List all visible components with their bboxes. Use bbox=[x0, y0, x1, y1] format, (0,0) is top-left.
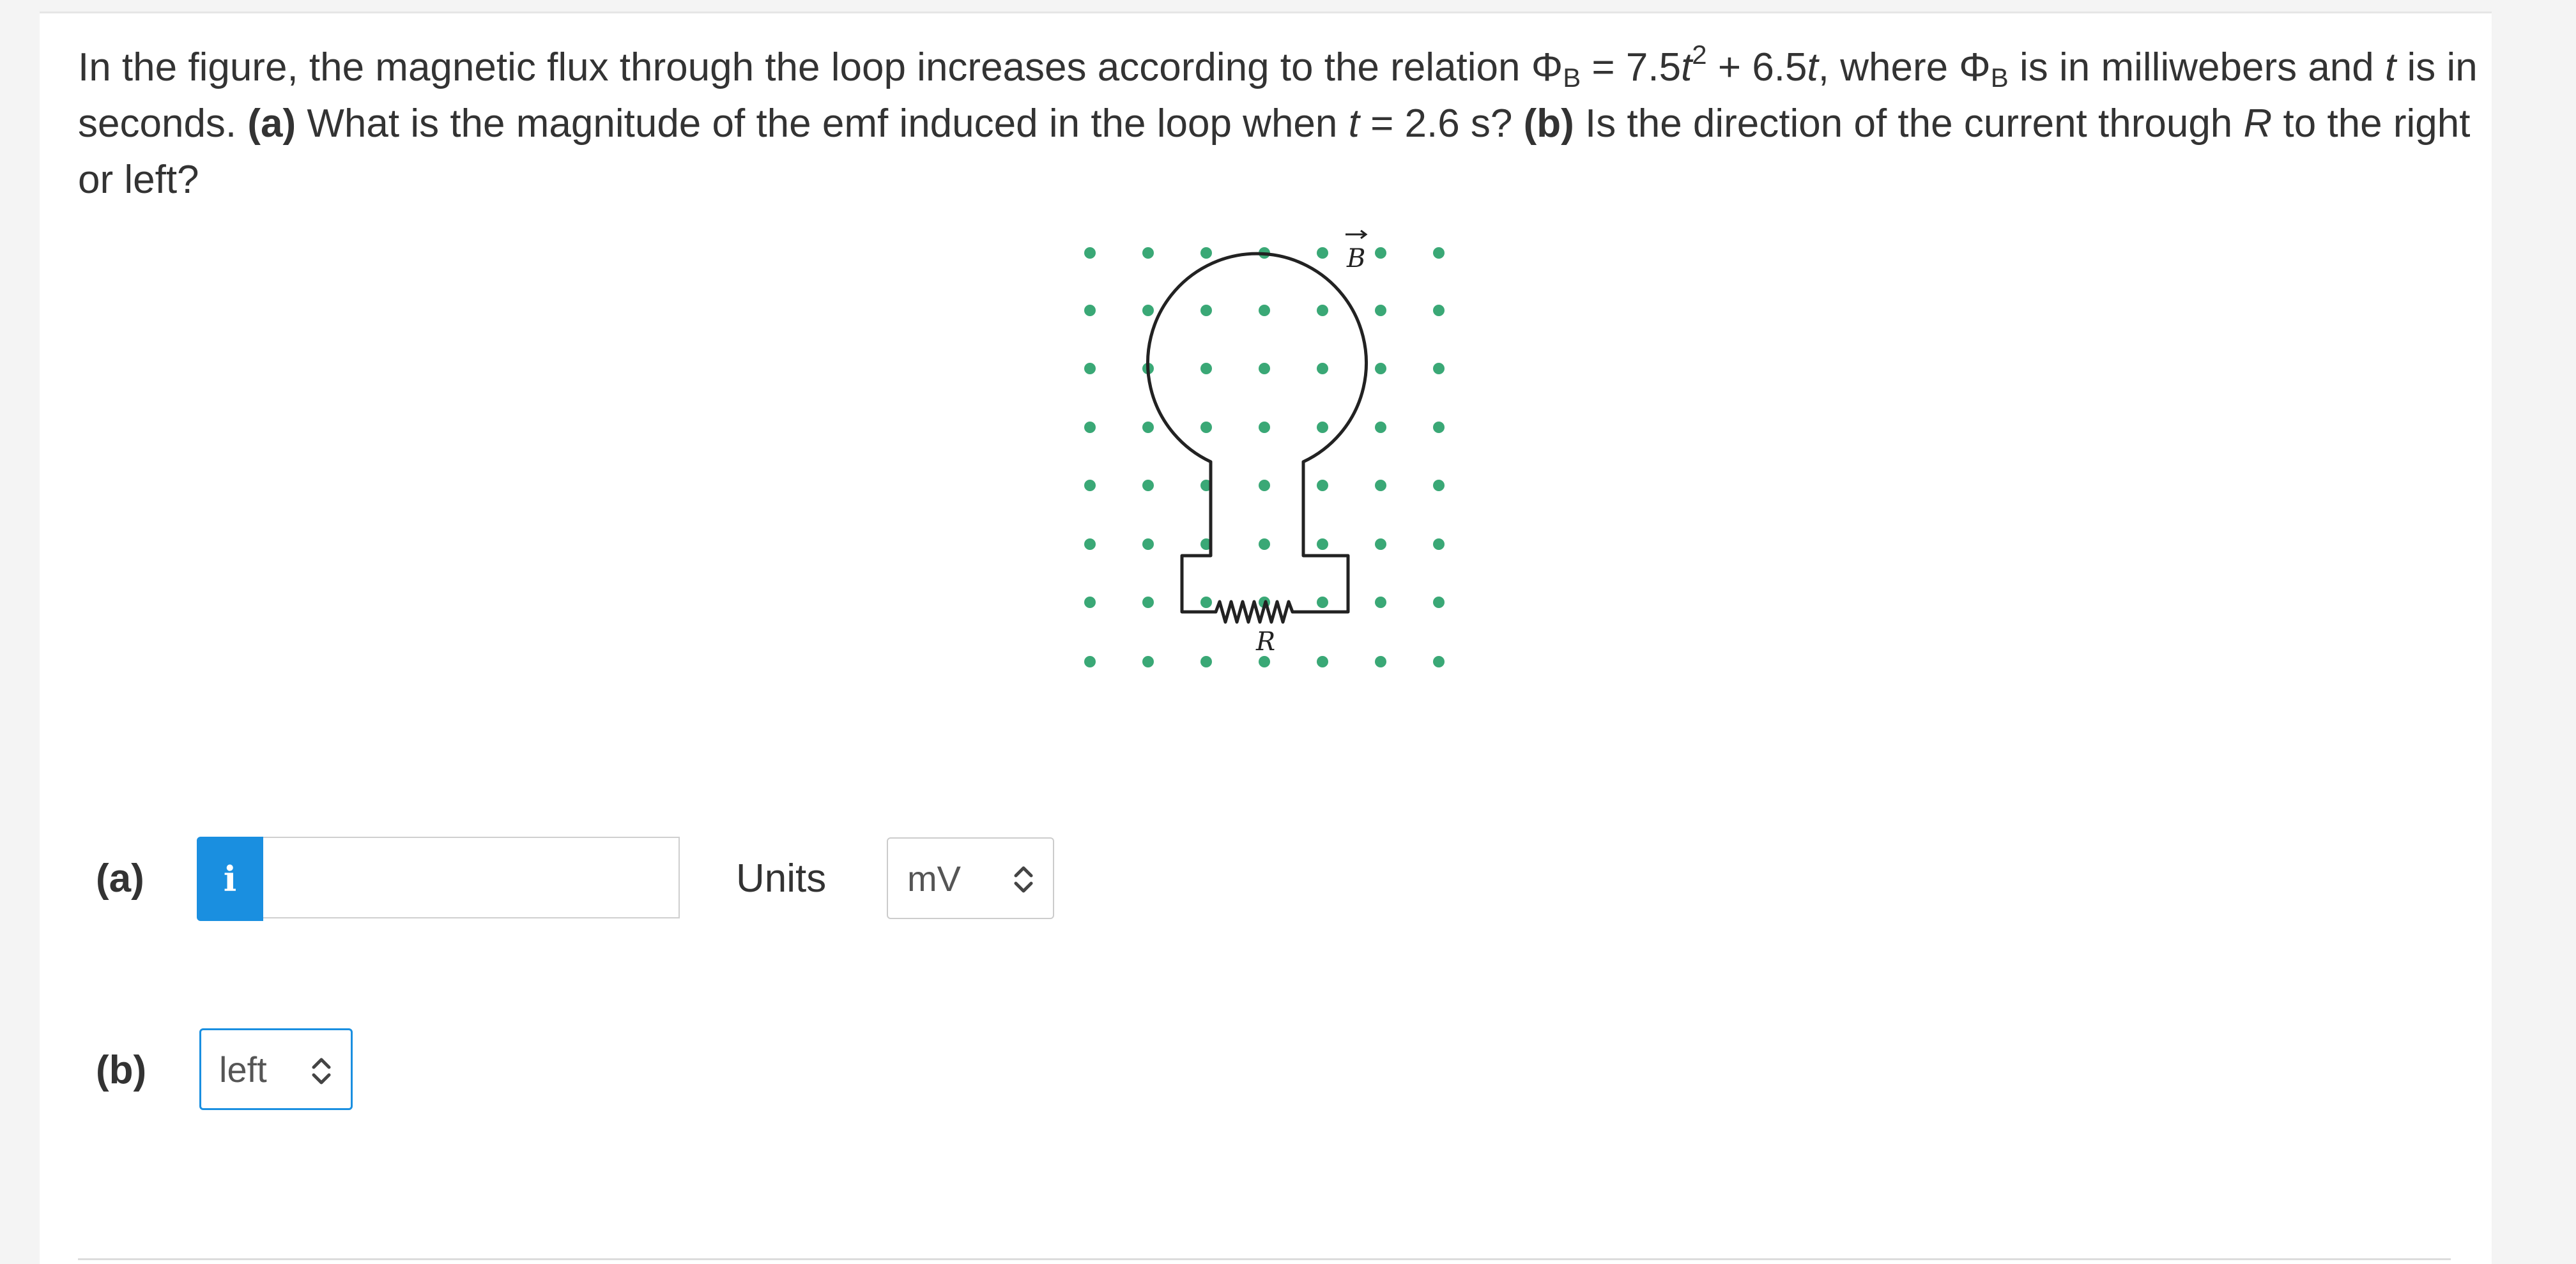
field-dot bbox=[1084, 480, 1096, 491]
field-dot bbox=[1317, 538, 1328, 550]
field-dot bbox=[1317, 422, 1328, 433]
field-dot bbox=[1433, 597, 1445, 608]
time-variable: t bbox=[2385, 45, 2396, 89]
field-dot bbox=[1259, 480, 1270, 491]
field-dot bbox=[1084, 247, 1096, 259]
field-dot bbox=[1084, 305, 1096, 316]
field-dot bbox=[1200, 247, 1212, 259]
field-dot bbox=[1142, 656, 1154, 667]
question-text: In the figure, the magnetic flux through… bbox=[78, 40, 2480, 208]
field-dot bbox=[1375, 538, 1386, 550]
flux-symbol: Φ bbox=[1531, 45, 1563, 89]
field-dot bbox=[1084, 597, 1096, 608]
field-dot bbox=[1259, 538, 1270, 550]
question-intro: In the figure, the magnetic flux through… bbox=[78, 45, 1531, 89]
part-b-text: Is the direction of the current through bbox=[1574, 102, 2244, 146]
part-b-tag: (b) bbox=[1523, 102, 1574, 146]
field-vector-arrow bbox=[1346, 230, 1368, 240]
field-dot bbox=[1433, 363, 1445, 374]
field-dot bbox=[1200, 597, 1212, 608]
field-dot bbox=[1200, 422, 1212, 433]
time-variable: t bbox=[1681, 45, 1692, 89]
units-label: Units bbox=[736, 857, 827, 901]
field-dot bbox=[1375, 422, 1386, 433]
time-variable: t bbox=[1807, 45, 1818, 89]
field-dot bbox=[1317, 363, 1328, 374]
flux-subscript: B bbox=[1990, 63, 2009, 93]
bottom-divider bbox=[78, 1258, 2451, 1260]
field-dot bbox=[1084, 422, 1096, 433]
relation-linear-term: + 6.5 bbox=[1706, 45, 1807, 89]
field-dot bbox=[1142, 597, 1154, 608]
field-dot bbox=[1084, 363, 1096, 374]
field-dot bbox=[1084, 538, 1096, 550]
field-dot bbox=[1375, 480, 1386, 491]
field-dot bbox=[1433, 538, 1445, 550]
field-dot bbox=[1200, 305, 1212, 316]
chevron-updown-icon bbox=[312, 1058, 331, 1085]
field-dot bbox=[1433, 480, 1445, 491]
where-text: , where bbox=[1818, 45, 1959, 89]
field-dot bbox=[1375, 363, 1386, 374]
part-a-tag: (a) bbox=[247, 102, 296, 146]
field-dot bbox=[1259, 363, 1270, 374]
time-value: = 2.6 s? bbox=[1359, 102, 1524, 146]
direction-select[interactable]: left bbox=[199, 1028, 353, 1110]
resistor-label: R bbox=[1255, 627, 1275, 657]
field-dot bbox=[1259, 422, 1270, 433]
emf-answer-input[interactable] bbox=[263, 837, 680, 918]
flux-subscript: B bbox=[1563, 63, 1581, 93]
part-a-text: What is the magnitude of the emf induced… bbox=[296, 102, 1349, 146]
field-dot bbox=[1200, 363, 1212, 374]
field-dot bbox=[1317, 597, 1328, 608]
resistor-variable: R bbox=[2243, 102, 2273, 146]
loop-figure: B R bbox=[1084, 230, 1445, 667]
field-dot bbox=[1142, 538, 1154, 550]
direction-selected-value: left bbox=[219, 1049, 267, 1090]
field-dot bbox=[1200, 656, 1212, 667]
field-dot bbox=[1433, 247, 1445, 259]
field-dot bbox=[1142, 480, 1154, 491]
field-dot bbox=[1259, 305, 1270, 316]
field-dot bbox=[1433, 656, 1445, 667]
units-text: is in milliwebers and bbox=[2008, 45, 2385, 89]
top-divider bbox=[40, 11, 2492, 13]
field-dot bbox=[1259, 656, 1270, 667]
units-select[interactable]: mV bbox=[887, 837, 1054, 919]
field-label: B bbox=[1346, 244, 1365, 273]
field-dot bbox=[1084, 656, 1096, 667]
field-dot bbox=[1433, 422, 1445, 433]
time-variable: t bbox=[1348, 102, 1360, 146]
chevron-updown-icon bbox=[1014, 866, 1033, 893]
info-button[interactable]: i bbox=[197, 837, 263, 921]
relation-coefficient: = 7.5 bbox=[1581, 45, 1682, 89]
loop-wire bbox=[1146, 252, 1368, 624]
field-dot bbox=[1142, 305, 1154, 316]
field-dot bbox=[1142, 247, 1154, 259]
field-dot bbox=[1317, 480, 1328, 491]
field-dot bbox=[1375, 597, 1386, 608]
units-selected-value: mV bbox=[907, 858, 961, 899]
flux-symbol: Φ bbox=[1959, 45, 1991, 89]
field-dot bbox=[1375, 656, 1386, 667]
part-b-label: (b) bbox=[96, 1048, 147, 1092]
field-dot bbox=[1375, 247, 1386, 259]
part-a-label: (a) bbox=[96, 857, 144, 901]
field-dot bbox=[1142, 422, 1154, 433]
field-dot bbox=[1317, 247, 1328, 259]
field-dot bbox=[1375, 305, 1386, 316]
field-dot bbox=[1317, 305, 1328, 316]
field-dot bbox=[1317, 656, 1328, 667]
info-icon: i bbox=[223, 858, 237, 899]
exponent: 2 bbox=[1692, 40, 1707, 70]
field-dot bbox=[1433, 305, 1445, 316]
